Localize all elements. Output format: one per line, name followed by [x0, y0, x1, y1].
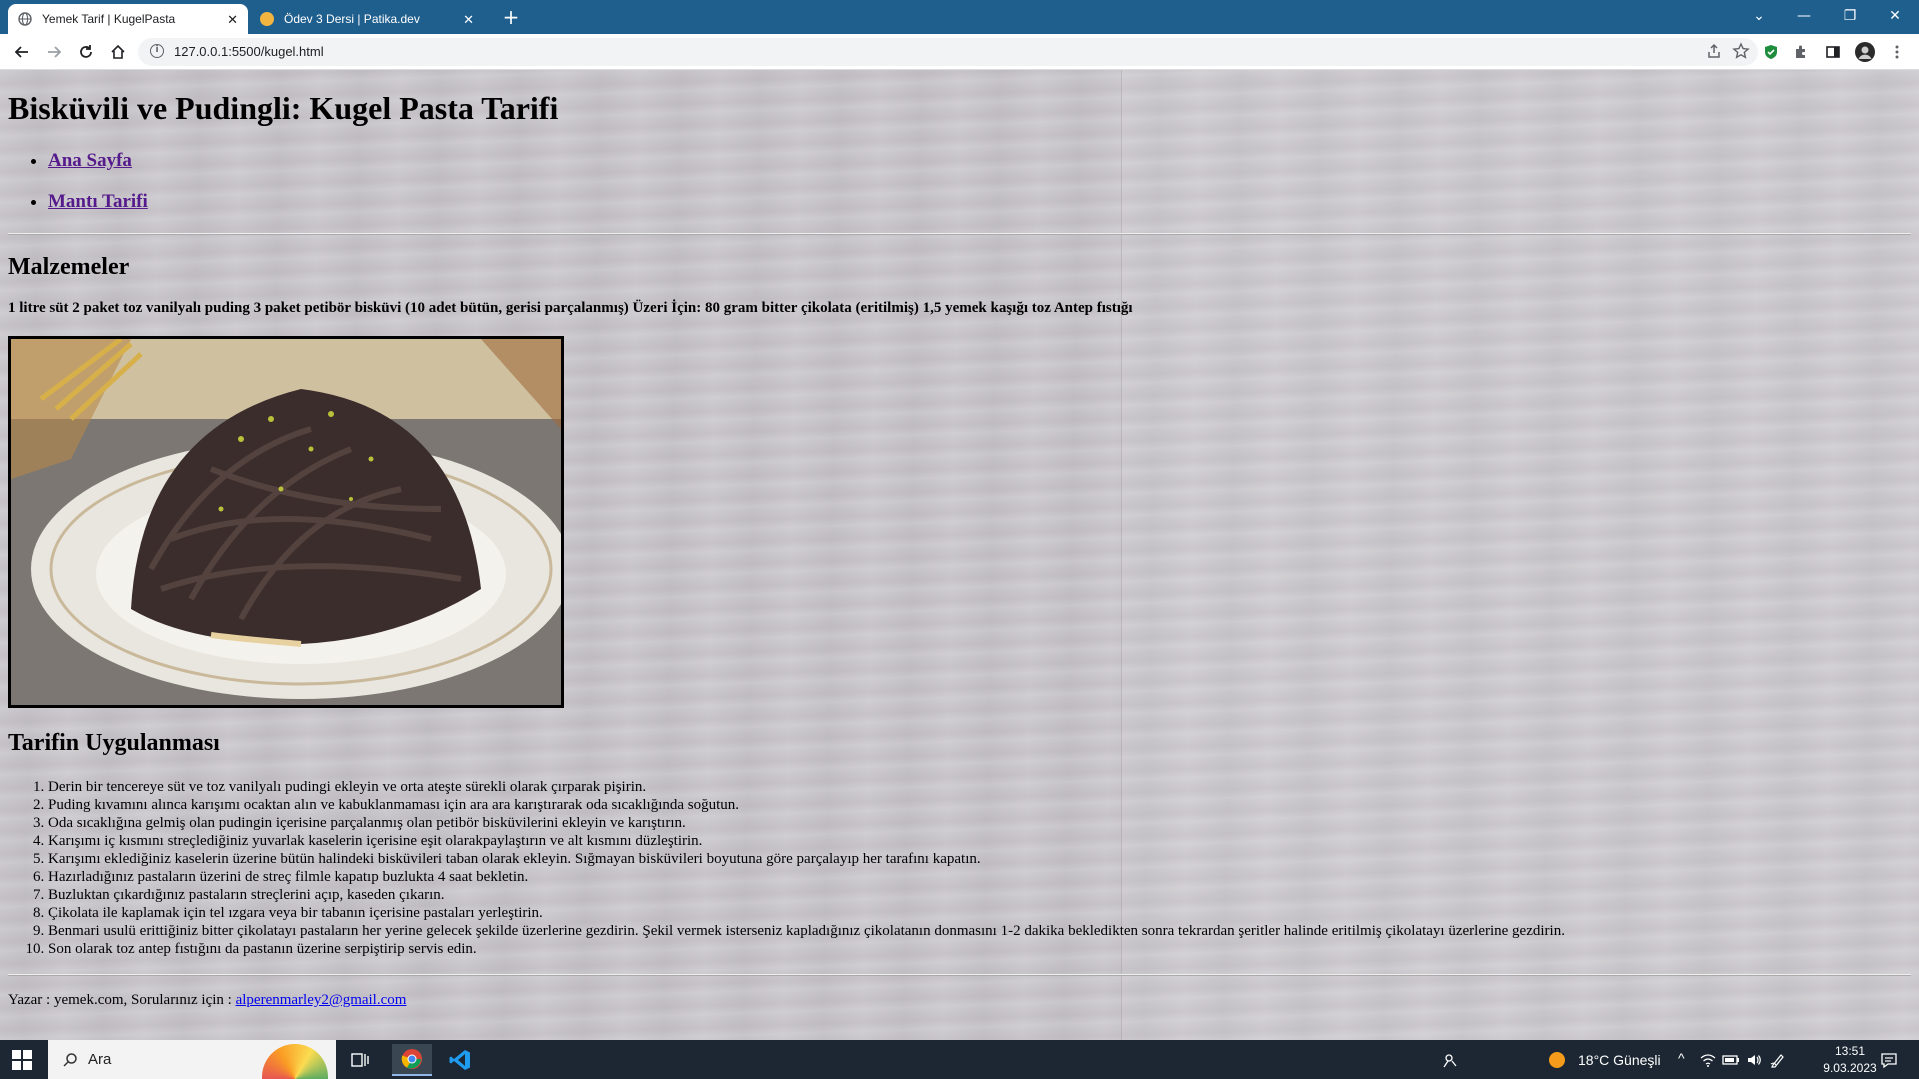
- tab-title: Ödev 3 Dersi | Patika.dev: [284, 12, 420, 26]
- vscode-taskbar-icon[interactable]: [440, 1044, 480, 1076]
- list-item: Çikolata ile kaplamak için tel ızgara ve…: [48, 904, 1565, 922]
- address-bar[interactable]: i 127.0.0.1:5500/kugel.html: [138, 38, 1758, 66]
- taskbar: Ara 18°C Güneşli ^ 13:51 9.03.2023: [0, 1040, 1919, 1079]
- steps-heading: Tarifin Uygulanması: [8, 730, 220, 756]
- divider: [8, 974, 1911, 976]
- clock-time[interactable]: 13:51: [1820, 1044, 1880, 1058]
- reload-icon[interactable]: [74, 40, 98, 64]
- back-arrow-icon[interactable]: [10, 40, 34, 64]
- list-item: Benmari usulü erittiğiniz bitter çikolat…: [48, 922, 1565, 940]
- divider: [8, 233, 1911, 235]
- list-item: Karışımı eklediğiniz kaselerin üzerine b…: [48, 850, 1565, 868]
- list-item: Son olarak toz antep fıstığını da pastan…: [48, 940, 1565, 958]
- list-item: Hazırladığınız pastaların üzerini de str…: [48, 868, 1565, 886]
- shield-extension-icon[interactable]: [1759, 40, 1783, 64]
- chevron-up-icon[interactable]: ^: [1678, 1050, 1685, 1066]
- pen-icon[interactable]: [1770, 1052, 1786, 1073]
- page-title: Bisküvili ve Pudingli: Kugel Pasta Tarif…: [8, 90, 559, 126]
- footer-text: Yazar : yemek.com, Sorularınız için :: [8, 992, 236, 1008]
- forward-arrow-icon[interactable]: [42, 40, 66, 64]
- battery-icon[interactable]: [1722, 1052, 1740, 1073]
- search-icon: [62, 1050, 78, 1072]
- clock-date[interactable]: 9.03.2023: [1810, 1061, 1890, 1075]
- steps-list: Derin bir tencereye süt ve toz vanilyalı…: [8, 778, 1565, 958]
- minimize-button[interactable]: —: [1784, 4, 1824, 28]
- new-tab-button[interactable]: +: [499, 6, 523, 30]
- home-icon[interactable]: [106, 40, 130, 64]
- tab-search-chevron-icon[interactable]: ⌄: [1739, 4, 1779, 28]
- list-item: Puding kıvamını alınca karışımı ocaktan …: [48, 796, 1565, 814]
- list-item: Buzluktan çıkardığınız pastaların streçl…: [48, 886, 1565, 904]
- tab-title: Yemek Tarif | KugelPasta: [42, 12, 176, 26]
- tab-strip: Yemek Tarif | KugelPasta ✕ Ödev 3 Dersi …: [0, 0, 1919, 34]
- bookmark-star-icon[interactable]: [1732, 42, 1750, 65]
- nav-link-manti-tarifi[interactable]: Mantı Tarifi: [48, 191, 148, 212]
- task-view-icon[interactable]: [340, 1044, 380, 1076]
- nav-link-ana-sayfa[interactable]: Ana Sayfa: [48, 150, 132, 171]
- network-icon[interactable]: [1700, 1052, 1716, 1073]
- window-close-button[interactable]: ✕: [1875, 4, 1915, 28]
- footer-email-link[interactable]: alperenmarley2@gmail.com: [236, 992, 407, 1008]
- footer: Yazar : yemek.com, Sorularınız için : al…: [8, 992, 406, 1009]
- chrome-taskbar-icon[interactable]: [392, 1044, 432, 1076]
- nav-list: Ana Sayfa Mantı Tarifi: [8, 150, 148, 232]
- extensions-puzzle-icon[interactable]: [1789, 40, 1813, 64]
- menu-kebab-icon[interactable]: [1885, 40, 1909, 64]
- tab-kugel[interactable]: Yemek Tarif | KugelPasta ✕: [8, 4, 248, 34]
- page-viewport[interactable]: Bisküvili ve Pudingli: Kugel Pasta Tarif…: [0, 70, 1919, 1040]
- search-highlight-image: [262, 1044, 328, 1079]
- url-text: 127.0.0.1:5500/kugel.html: [174, 44, 324, 59]
- volume-icon[interactable]: [1746, 1052, 1762, 1073]
- pen-workspace-icon[interactable]: [1430, 1044, 1470, 1076]
- weather-text[interactable]: 18°C Güneşli: [1578, 1052, 1661, 1068]
- restore-button[interactable]: ❐: [1830, 4, 1870, 28]
- profile-avatar[interactable]: [1853, 40, 1877, 64]
- ingredients-heading: Malzemeler: [8, 254, 130, 280]
- search-placeholder: Ara: [88, 1051, 112, 1068]
- share-icon[interactable]: [1706, 43, 1722, 64]
- close-icon[interactable]: ✕: [227, 13, 238, 26]
- close-icon[interactable]: ✕: [463, 13, 474, 26]
- list-item: Derin bir tencereye süt ve toz vanilyalı…: [48, 778, 1565, 796]
- nav-item: Ana Sayfa: [48, 150, 148, 191]
- tab-patika[interactable]: Ödev 3 Dersi | Patika.dev ✕: [250, 4, 484, 34]
- kugel-cake-photo: [8, 336, 564, 708]
- globe-icon: [18, 12, 32, 26]
- list-item: Oda sıcaklığına gelmiş olan pudingin içe…: [48, 814, 1565, 832]
- list-item: Karışımı iç kısmını streçlediğiniz yuvar…: [48, 832, 1565, 850]
- weather-sun-icon[interactable]: [1548, 1051, 1566, 1074]
- patika-favicon-icon: [260, 12, 274, 26]
- notification-icon[interactable]: [1880, 1051, 1898, 1074]
- ingredients-text: 1 litre süt 2 paket toz vanilyalı puding…: [8, 300, 1133, 316]
- side-panel-icon[interactable]: [1821, 40, 1845, 64]
- site-info-icon[interactable]: i: [150, 44, 164, 58]
- windows-start-icon[interactable]: [12, 1050, 32, 1070]
- nav-item: Mantı Tarifi: [48, 191, 148, 232]
- taskbar-search[interactable]: Ara: [48, 1040, 336, 1079]
- browser-toolbar: i 127.0.0.1:5500/kugel.html: [0, 34, 1919, 70]
